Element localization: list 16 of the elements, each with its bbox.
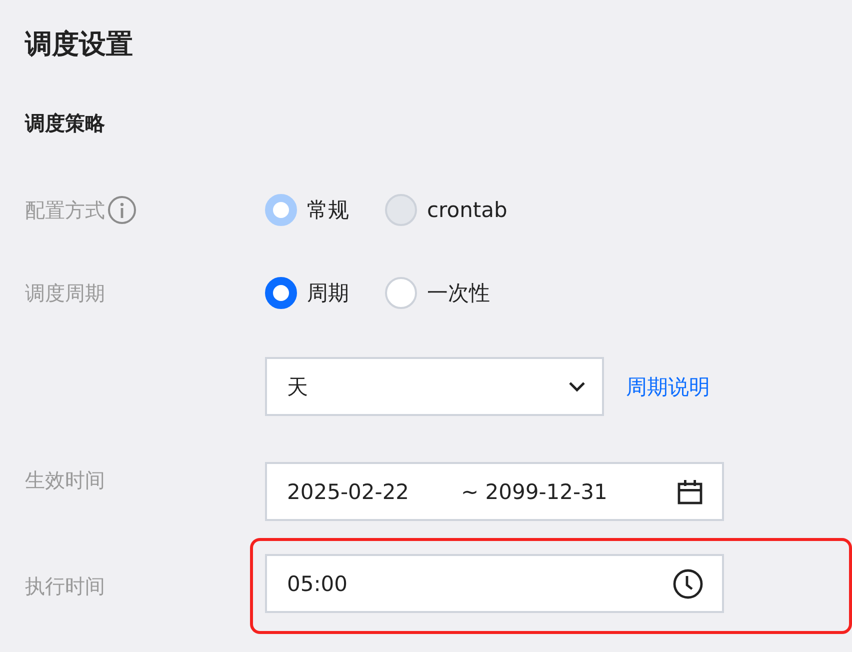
field-label: 配置方式 (25, 196, 105, 224)
chevron-down-icon (568, 380, 586, 392)
radio-option[interactable]: 周期 (265, 277, 349, 309)
cycle-select[interactable]: 天 (265, 357, 604, 416)
info-icon[interactable] (107, 195, 137, 225)
clock-icon (672, 568, 704, 600)
field-label: 执行时间 (25, 572, 105, 600)
section-title: 调度策略 (25, 110, 106, 137)
page-title: 调度设置 (25, 28, 134, 62)
field-label: 生效时间 (25, 467, 105, 494)
cycle-help-link[interactable]: 周期说明 (626, 372, 710, 400)
time-field[interactable]: 05:00 (265, 554, 724, 613)
radio-option[interactable]: 一次性 (385, 277, 490, 309)
field-label: 调度周期 (25, 280, 105, 306)
date-range-field[interactable]: 2025-02-22 ~ 2099-12-31 (265, 462, 724, 521)
calendar-icon (676, 478, 704, 506)
